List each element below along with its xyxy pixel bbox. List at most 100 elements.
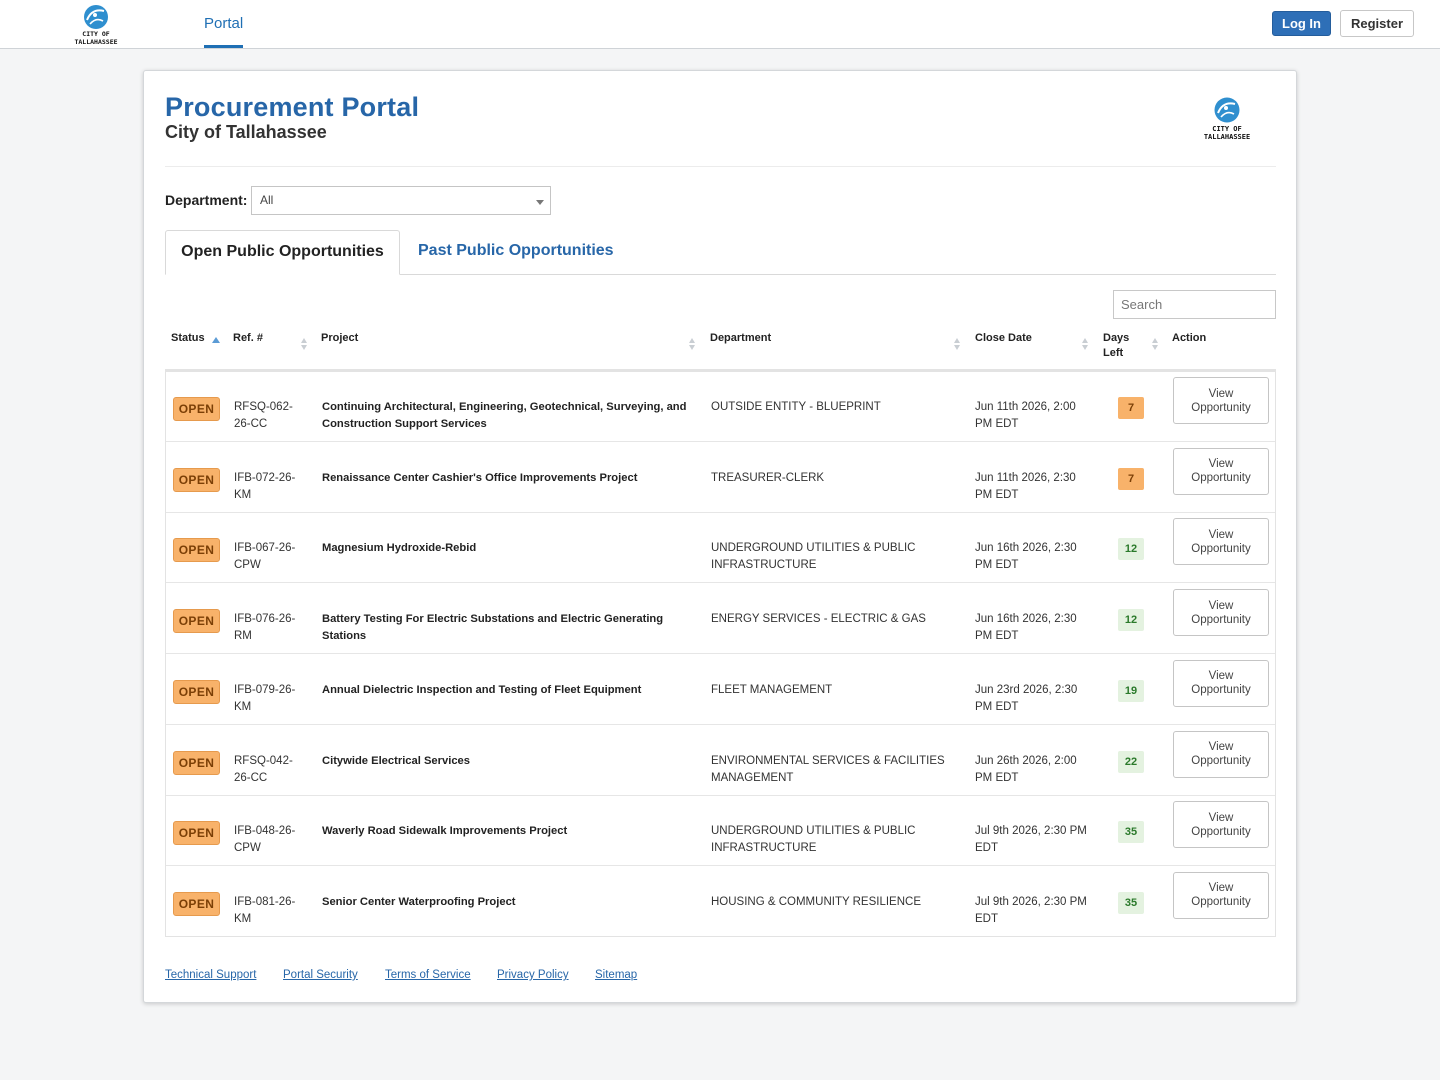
sort-icon[interactable]	[954, 338, 961, 352]
table-row: OPEN IFB-048-26-CPW Waverly Road Sidewalk …	[166, 795, 1275, 867]
close-date: Jul 9th 2026, 2:30 PM EDT	[975, 825, 1087, 855]
table-row: OPEN IFB-079-26-KM Annual Dielectric Inspe…	[166, 654, 1275, 725]
card-logo-text-line1: CITY OF	[1212, 125, 1242, 133]
status-badge: OPEN	[173, 679, 220, 704]
project-name: Citywide Electrical Services	[322, 754, 471, 767]
login-button[interactable]: Log In	[1272, 11, 1331, 36]
status-badge: OPEN	[173, 750, 220, 775]
nav-portal-link[interactable]: Portal	[204, 0, 244, 48]
ref-number: IFB-081-26-KM	[234, 895, 296, 925]
column-header-days-left[interactable]: Days Left	[1103, 331, 1137, 361]
department-name: OUTSIDE ENTITY - BLUEPRINT	[711, 401, 881, 413]
days-left-badge: 12	[1118, 538, 1144, 561]
card-city-logo: CITY OF TALLAHASSEE	[1184, 95, 1270, 143]
column-header-action: Action	[1172, 332, 1207, 344]
project-name: Senior Center Waterproofing Project	[322, 895, 516, 908]
close-date: Jun 26th 2026, 2:00 PM EDT	[975, 754, 1077, 784]
department-name: FLEET MANAGEMENT	[711, 683, 833, 696]
department-label: Department:	[165, 192, 248, 208]
department-name: ENVIRONMENTAL SERVICES & FACILITIES MANA…	[711, 754, 945, 784]
tab-open-opportunities[interactable]: Open Public Opportunities	[165, 230, 400, 275]
sort-icon[interactable]	[1152, 338, 1159, 352]
project-name: Renaissance Center Cashier's Office Impr…	[322, 471, 638, 484]
department-select-value: All	[260, 193, 274, 207]
close-date: Jul 9th 2026, 2:30 PM EDT	[975, 895, 1087, 925]
view-opportunity-button[interactable]: View Opportunity	[1173, 589, 1269, 637]
page-subtitle: City of Tallahassee	[165, 122, 327, 142]
header-divider	[165, 166, 1276, 167]
card-logo-text-line2: TALLAHASSEE	[1204, 133, 1250, 141]
column-header-status[interactable]: Status	[171, 331, 205, 346]
department-name: HOUSING & COMMUNITY RESILIENCE	[711, 895, 922, 908]
days-left-badge: 22	[1118, 750, 1144, 773]
view-opportunity-button[interactable]: View Opportunity	[1173, 659, 1269, 707]
ref-number: IFB-072-26-KM	[234, 471, 296, 501]
table-row: OPEN IFB-076-26-RM Battery Testing For Ele…	[166, 583, 1275, 655]
days-left-badge: 12	[1118, 609, 1144, 632]
city-seal-icon: CITY OF TALLAHASSEE	[74, 5, 118, 46]
search-input[interactable]	[1113, 290, 1276, 319]
days-left-badge: 7	[1118, 397, 1144, 419]
view-opportunity-button[interactable]: View Opportunity	[1173, 871, 1269, 919]
logo-text-line1: CITY OF	[82, 30, 109, 38]
project-name: Annual Dielectric Inspection and Testing…	[322, 683, 642, 696]
city-seal-icon: CITY OF TALLAHASSEE	[1204, 97, 1250, 141]
project-name: Battery Testing For Electric Substations…	[322, 613, 664, 643]
status-badge: OPEN	[173, 821, 220, 846]
chevron-down-icon	[536, 200, 544, 205]
status-badge: OPEN	[173, 538, 220, 563]
city-logo[interactable]: CITY OF TALLAHASSEE	[58, 3, 138, 46]
column-header-close-date[interactable]: Close Date	[975, 331, 1032, 346]
department-name: TREASURER-CLERK	[711, 471, 825, 484]
view-opportunity-button[interactable]: View Opportunity	[1173, 447, 1269, 495]
days-left-badge: 35	[1118, 821, 1144, 844]
table-row: OPEN IFB-081-26-KM Senior Center Waterproo…	[166, 866, 1275, 937]
close-date: Jun 11th 2026, 2:00 PM EDT	[975, 401, 1076, 430]
top-nav-bar: CITY OF TALLAHASSEE Portal Log In Regist…	[0, 0, 1440, 49]
project-name: Continuing Architectural, Engineering, G…	[322, 401, 687, 430]
close-date: Jun 23rd 2026, 2:30 PM EDT	[975, 683, 1078, 713]
status-badge: OPEN	[173, 609, 220, 634]
sort-icon[interactable]	[1082, 338, 1089, 352]
ref-number: RFSQ-042-26-CC	[234, 754, 293, 784]
register-button[interactable]: Register	[1340, 10, 1414, 37]
days-left-badge: 7	[1118, 467, 1144, 490]
days-left-badge: 35	[1118, 891, 1144, 914]
view-opportunity-button[interactable]: View Opportunity	[1173, 377, 1269, 424]
ref-number: IFB-048-26-CPW	[234, 825, 296, 855]
column-header-project[interactable]: Project	[321, 331, 358, 346]
footer-link-privacy-policy[interactable]: Privacy Policy	[497, 969, 569, 981]
view-opportunity-button[interactable]: View Opportunity	[1173, 730, 1269, 778]
column-header-ref[interactable]: Ref. #	[233, 331, 263, 346]
view-opportunity-button[interactable]: View Opportunity	[1173, 801, 1269, 849]
ref-number: RFSQ-062-26-CC	[234, 401, 293, 430]
close-date: Jun 11th 2026, 2:30 PM EDT	[975, 471, 1076, 501]
tab-past-opportunities[interactable]: Past Public Opportunities	[418, 230, 614, 275]
close-date: Jun 16th 2026, 2:30 PM EDT	[975, 542, 1077, 572]
department-select[interactable]: All	[251, 186, 551, 215]
department-name: UNDERGROUND UTILITIES & PUBLIC INFRASTRU…	[711, 542, 916, 572]
sort-icon[interactable]	[689, 338, 696, 352]
ref-number: IFB-067-26-CPW	[234, 542, 296, 572]
column-header-department[interactable]: Department	[710, 331, 771, 346]
table-row: OPEN IFB-072-26-KM Renaissance Center Cash…	[166, 442, 1275, 513]
department-name: ENERGY SERVICES - ELECTRIC & GAS	[711, 613, 926, 626]
ref-number: IFB-079-26-KM	[234, 683, 296, 713]
status-badge: OPEN	[173, 467, 220, 492]
status-badge: OPEN	[173, 891, 220, 916]
project-name: Waverly Road Sidewalk Improvements Proje…	[322, 825, 568, 838]
days-left-badge: 19	[1118, 679, 1144, 702]
close-date: Jun 16th 2026, 2:30 PM EDT	[975, 613, 1077, 643]
project-name: Magnesium Hydroxide-Rebid	[322, 542, 477, 555]
footer-link-technical-support[interactable]: Technical Support	[165, 969, 256, 981]
table-row: OPEN IFB-067-26-CPW Magnesium Hydroxide-Re…	[166, 512, 1275, 584]
footer-link-portal-security[interactable]: Portal Security	[283, 969, 358, 981]
view-opportunity-button[interactable]: View Opportunity	[1173, 518, 1269, 566]
ref-number: IFB-076-26-RM	[234, 613, 296, 643]
table-row: OPEN RFSQ-042-26-CC Citywide Electrical Se…	[166, 725, 1275, 796]
footer-link-sitemap[interactable]: Sitemap	[595, 969, 637, 981]
opportunities-table-body: OPEN RFSQ-062-26-CC Continuing Architectur…	[165, 371, 1276, 937]
footer-link-terms-of-service[interactable]: Terms of Service	[385, 969, 471, 981]
logo-text-line2: TALLAHASSEE	[74, 38, 117, 46]
sort-icon[interactable]	[301, 338, 308, 352]
